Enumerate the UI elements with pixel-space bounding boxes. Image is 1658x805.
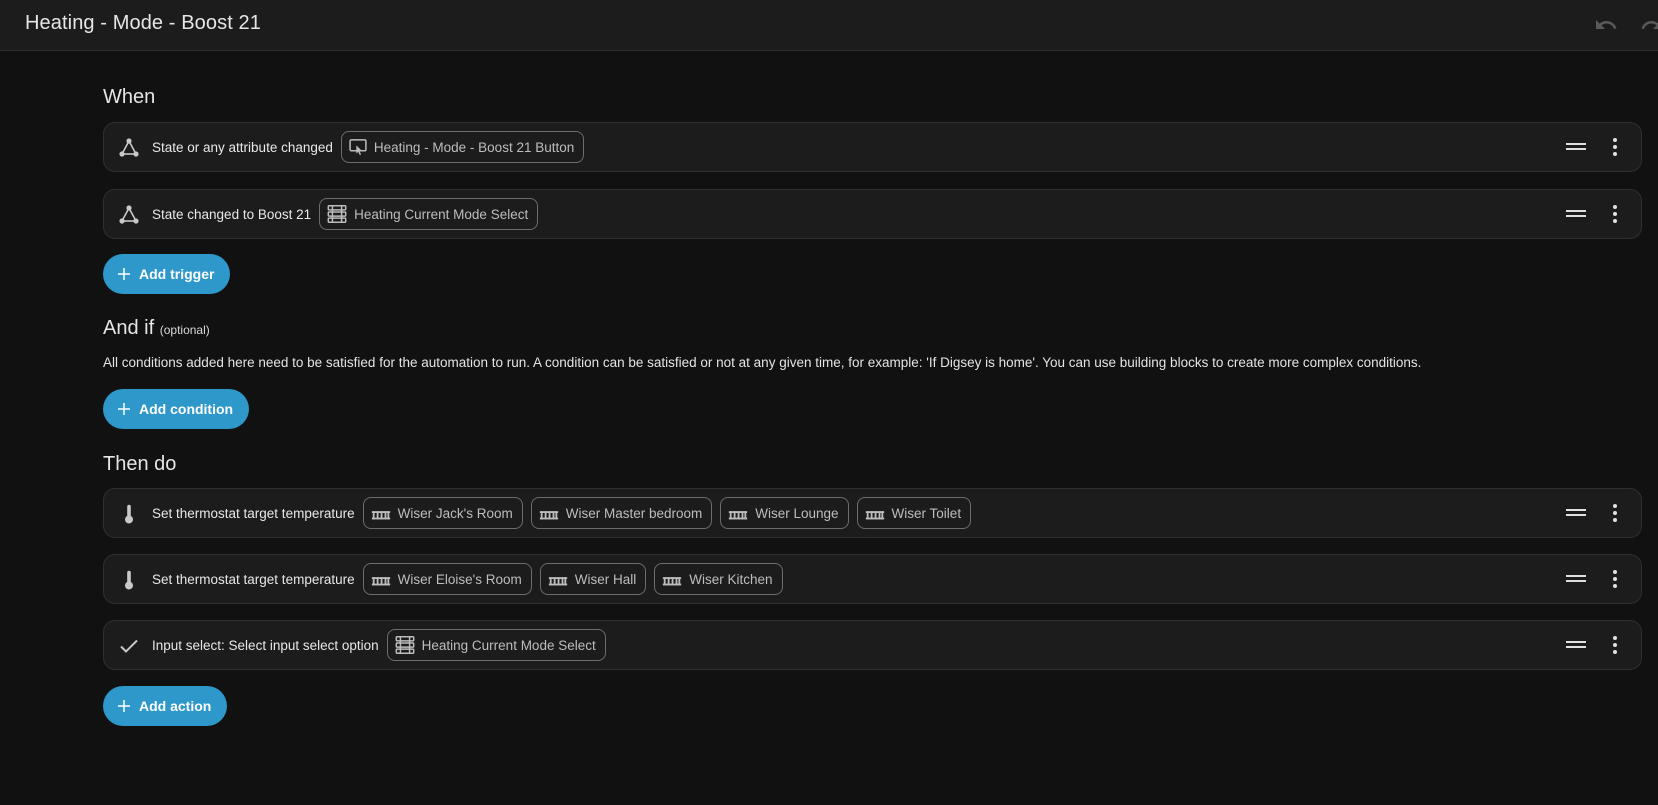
action-label: Set thermostat target temperature <box>152 505 355 521</box>
undo-icon[interactable] <box>1594 13 1618 37</box>
trigger-label: State or any attribute changed <box>152 139 333 155</box>
more-vert-icon[interactable] <box>1603 567 1627 591</box>
and-if-title: And if <box>103 317 155 339</box>
action-row[interactable]: Set thermostat target temperature Wiser … <box>103 488 1642 538</box>
more-vert-icon[interactable] <box>1603 633 1627 657</box>
thermometer-icon <box>116 567 142 593</box>
radiator-icon <box>548 577 567 586</box>
add-trigger-label: Add trigger <box>139 266 215 282</box>
more-vert-icon[interactable] <box>1603 202 1627 226</box>
thermometer-icon <box>116 501 142 527</box>
drag-handle-icon[interactable] <box>1565 204 1587 224</box>
radiator-icon <box>539 511 558 520</box>
entity-chip-label: Wiser Hall <box>574 571 637 587</box>
radiator-icon <box>663 577 682 586</box>
state-trigger-icon <box>116 202 142 228</box>
action-row[interactable]: Set thermostat target temperature Wiser … <box>103 554 1642 604</box>
more-vert-icon[interactable] <box>1603 135 1627 159</box>
and-if-section-title: And if (optional) <box>103 317 210 340</box>
page-title: Heating - Mode - Boost 21 <box>25 12 261 34</box>
entity-chip-label: Wiser Lounge <box>755 505 839 521</box>
radiator-icon <box>729 511 748 520</box>
state-trigger-icon <box>116 135 142 161</box>
entity-chip-label: Wiser Master bedroom <box>565 505 703 521</box>
add-action-label: Add action <box>139 698 212 714</box>
entity-chip[interactable]: Wiser Master bedroom <box>530 497 713 529</box>
redo-icon[interactable] <box>1640 13 1658 37</box>
optional-label: (optional) <box>159 323 210 337</box>
radiator-icon <box>371 577 390 586</box>
radiator-icon <box>371 511 390 520</box>
when-section-title: When <box>103 86 156 108</box>
add-condition-label: Add condition <box>139 401 234 417</box>
entity-chip[interactable]: Heating Current Mode Select <box>319 198 539 230</box>
entity-chip-label: Wiser Kitchen <box>689 571 773 587</box>
entity-chip-label: Heating - Mode - Boost 21 Button <box>373 139 575 155</box>
radiator-icon <box>865 511 884 520</box>
check-icon <box>116 633 142 659</box>
entity-chip[interactable]: Wiser Lounge <box>720 497 849 529</box>
select-icon <box>327 205 347 223</box>
conditions-description: All conditions added here need to be sat… <box>103 355 1422 370</box>
then-do-section-title: Then do <box>103 453 177 475</box>
entity-chip[interactable]: Heating Current Mode Select <box>386 629 606 661</box>
button-icon <box>349 139 367 156</box>
entity-chip-label: Wiser Eloise's Room <box>397 571 522 587</box>
entity-chip[interactable]: Wiser Hall <box>539 563 647 595</box>
select-icon <box>395 636 415 654</box>
entity-chip-label: Heating Current Mode Select <box>354 206 529 222</box>
entity-chip[interactable]: Wiser Toilet <box>856 497 972 529</box>
add-trigger-button[interactable]: Add trigger <box>103 254 231 294</box>
entity-chip[interactable]: Wiser Jack's Room <box>362 497 523 529</box>
plus-icon <box>118 268 130 280</box>
add-condition-button[interactable]: Add condition <box>103 389 250 429</box>
trigger-row[interactable]: State changed to Boost 21 Heating Curren… <box>103 189 1642 239</box>
entity-chip[interactable]: Wiser Eloise's Room <box>362 563 532 595</box>
action-label: Set thermostat target temperature <box>152 571 355 587</box>
trigger-row[interactable]: State or any attribute changed Heating -… <box>103 122 1642 172</box>
action-label: Input select: Select input select option <box>152 637 379 653</box>
top-app-bar: Heating - Mode - Boost 21 <box>0 0 1658 51</box>
trigger-label: State changed to Boost 21 <box>152 206 312 222</box>
action-row[interactable]: Input select: Select input select option… <box>103 620 1642 670</box>
drag-handle-icon[interactable] <box>1565 503 1587 523</box>
more-vert-icon[interactable] <box>1603 501 1627 525</box>
plus-icon <box>118 403 130 415</box>
drag-handle-icon[interactable] <box>1565 635 1587 655</box>
drag-handle-icon[interactable] <box>1565 569 1587 589</box>
entity-chip[interactable]: Heating - Mode - Boost 21 Button <box>340 131 585 163</box>
drag-handle-icon[interactable] <box>1565 137 1587 157</box>
entity-chip-label: Wiser Jack's Room <box>397 505 513 521</box>
entity-chip-label: Heating Current Mode Select <box>421 637 596 653</box>
plus-icon <box>118 700 130 712</box>
entity-chip-label: Wiser Toilet <box>891 505 962 521</box>
add-action-button[interactable]: Add action <box>103 686 228 726</box>
entity-chip[interactable]: Wiser Kitchen <box>654 563 783 595</box>
